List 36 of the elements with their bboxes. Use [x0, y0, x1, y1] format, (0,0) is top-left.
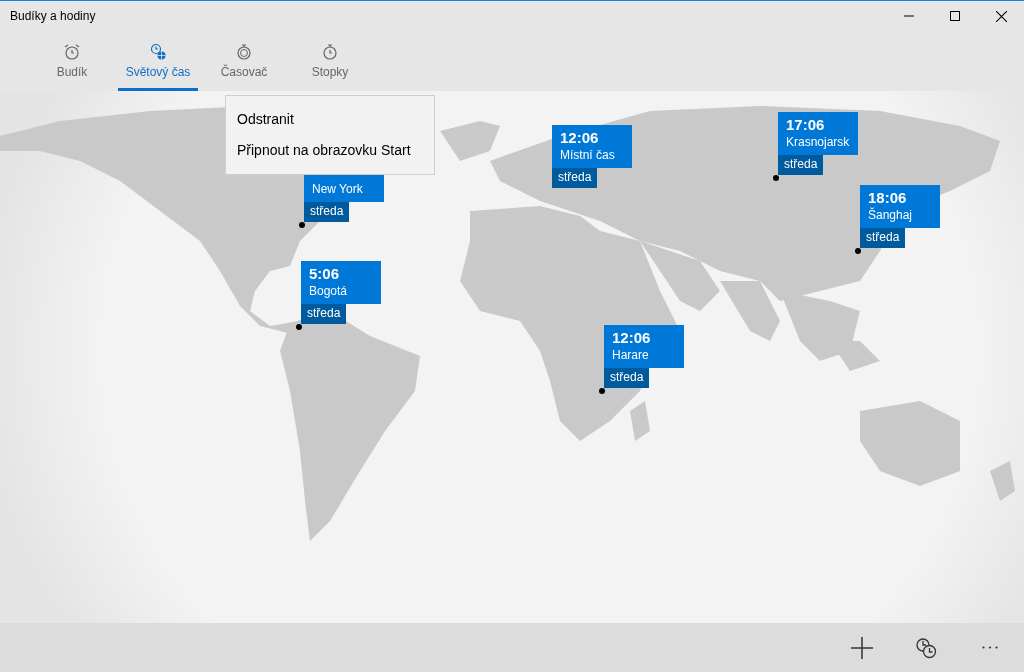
clock-time: 17:06 — [786, 116, 826, 134]
clock-time: 12:06 — [560, 129, 600, 147]
weekday-label: středa — [778, 155, 824, 175]
close-icon — [995, 10, 1007, 22]
location-dot — [773, 175, 779, 181]
alarm-clock-icon — [63, 43, 81, 61]
tab[interactable]: Časovač — [204, 31, 284, 91]
city-name: Harare — [612, 347, 650, 363]
tab[interactable]: Budík — [32, 31, 112, 91]
weekday-label: středa — [860, 228, 906, 248]
weekday-label: středa — [604, 368, 650, 388]
window-title: Budíky a hodiny — [9, 9, 97, 23]
tab[interactable]: Stopky — [290, 31, 370, 91]
weekday-label: středa — [552, 168, 598, 188]
city-name: Šanghaj — [868, 207, 914, 223]
stopwatch-icon — [321, 43, 339, 61]
city-name: Krasnojarsk — [786, 134, 850, 150]
location-dot — [855, 248, 861, 254]
plus-icon — [851, 636, 873, 659]
city-name: Bogotá — [309, 283, 349, 299]
menu-item[interactable]: Odstranit — [226, 104, 434, 135]
clock-globe-icon — [149, 43, 167, 61]
clock-time: 5:06 — [309, 265, 341, 283]
clock-time: 18:06 — [868, 189, 908, 207]
city-name: New York — [312, 181, 364, 197]
location-dot — [296, 324, 302, 330]
location-dot — [299, 222, 305, 228]
location-dot — [599, 388, 605, 394]
clock-time: 12:06 — [612, 329, 652, 347]
more-icon — [982, 646, 998, 649]
city-name: Místní čas — [560, 147, 616, 163]
clocks-icon — [915, 636, 937, 659]
timer-icon — [235, 43, 253, 61]
weekday-label: středa — [304, 202, 350, 222]
maximize-icon — [950, 11, 960, 21]
weekday-label: středa — [301, 304, 347, 324]
